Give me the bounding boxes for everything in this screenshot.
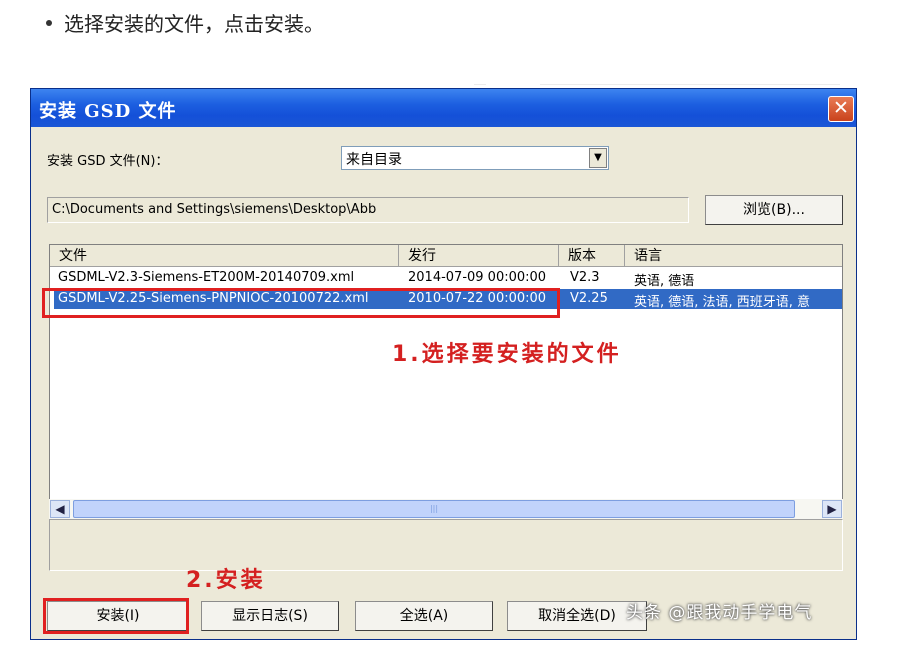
cell-release: 2014-07-09 00:00:00 xyxy=(408,270,547,285)
intro-line: 选择安装的文件，点击安装。 xyxy=(42,8,324,37)
horizontal-scrollbar[interactable]: ◀ ||| ▶ xyxy=(49,499,843,519)
select-all-button[interactable]: 全选(A) xyxy=(355,601,493,631)
highlight-box-install xyxy=(43,598,189,634)
source-label: 安装 GSD 文件(N)： xyxy=(47,154,169,169)
close-icon: ✕ xyxy=(833,97,849,119)
watermark: 头条 @跟我动手学电气 xyxy=(626,603,813,623)
divider xyxy=(540,84,840,85)
divider xyxy=(474,84,486,85)
intro-text: 选择安装的文件，点击安装。 xyxy=(64,12,324,36)
scroll-left-icon[interactable]: ◀ xyxy=(50,500,70,518)
path-field[interactable]: C:\Documents and Settings\siemens\Deskto… xyxy=(47,197,689,223)
bullet-icon xyxy=(46,19,52,26)
scroll-thumb[interactable]: ||| xyxy=(73,500,795,518)
cell-file: GSDML-V2.3-Siemens-ET200M-20140709.xml xyxy=(58,270,355,285)
column-header-version[interactable]: 版本 xyxy=(559,245,625,267)
scroll-right-icon[interactable]: ▶ xyxy=(822,500,842,518)
title-bar[interactable]: 安装 GSD 文件 ✕ xyxy=(31,89,856,127)
column-header-language[interactable]: 语言 xyxy=(625,245,842,267)
annotation-step1: 1.选择要安装的文件 xyxy=(392,342,622,367)
column-header-file[interactable]: 文件 xyxy=(50,245,399,267)
cell-language: 英语, 德语, 法语, 西班牙语, 意 xyxy=(634,295,811,310)
cell-version: V2.3 xyxy=(570,270,600,285)
file-list[interactable]: 文件 发行 版本 语言 GSDML-V2.3-Siemens-ET200M-20… xyxy=(49,244,843,521)
dialog-title: 安装 GSD 文件 xyxy=(39,101,177,122)
browse-button[interactable]: 浏览(B)... xyxy=(705,195,843,225)
path-text: C:\Documents and Settings\siemens\Deskto… xyxy=(52,202,377,217)
source-select[interactable]: 来自目录 ▼ xyxy=(341,146,609,170)
annotation-step2: 2.安装 xyxy=(186,568,266,593)
show-log-button[interactable]: 显示日志(S) xyxy=(201,601,339,631)
cell-language: 英语, 德语 xyxy=(634,274,695,289)
highlight-box-file xyxy=(42,288,560,318)
chevron-down-icon[interactable]: ▼ xyxy=(589,148,607,168)
log-area xyxy=(49,519,843,571)
close-button[interactable]: ✕ xyxy=(828,96,854,122)
source-select-value: 来自目录 xyxy=(346,152,402,168)
cell-version: V2.25 xyxy=(570,291,608,306)
column-header-release[interactable]: 发行 xyxy=(399,245,559,267)
